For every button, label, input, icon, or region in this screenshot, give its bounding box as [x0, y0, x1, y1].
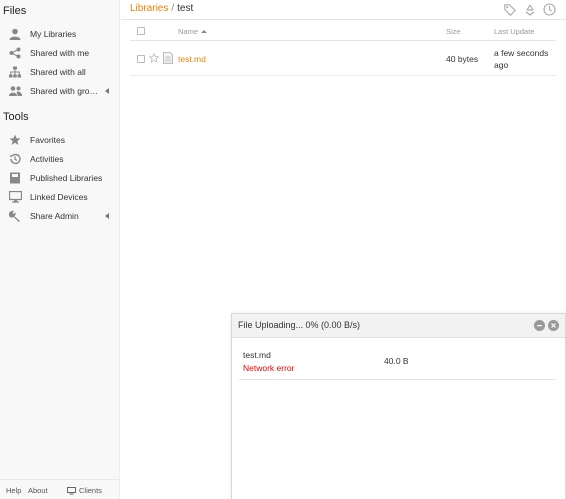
- size-column-header[interactable]: Size: [446, 27, 461, 36]
- org-icon: [8, 65, 22, 79]
- minimize-icon[interactable]: [534, 320, 545, 331]
- file-last-update: a few seconds ago: [494, 48, 549, 70]
- upload-dialog-title: File Uploading... 0% (0.00 B/s): [238, 320, 361, 330]
- share-icon: [8, 46, 22, 60]
- recycle-icon[interactable]: [523, 3, 536, 16]
- upload-file-name: test.md: [243, 350, 271, 360]
- clients-link[interactable]: Clients: [67, 486, 102, 495]
- star-icon: [8, 133, 22, 147]
- history-icon[interactable]: [543, 3, 556, 16]
- file-table: Name Size Last Update test.md 40 bytes a…: [130, 20, 556, 76]
- sidebar-item-published-libraries[interactable]: Published Libraries: [0, 168, 119, 187]
- sidebar-item-shared-with-groups[interactable]: Shared with gro…: [0, 81, 119, 100]
- expand-caret-icon[interactable]: [105, 213, 109, 219]
- row-checkbox[interactable]: [137, 55, 145, 63]
- about-link[interactable]: About: [28, 486, 48, 495]
- table-header: Name Size Last Update: [130, 20, 556, 41]
- upload-dialog-header: File Uploading... 0% (0.00 B/s): [232, 314, 565, 338]
- breadcrumb: Libraries / test: [130, 3, 193, 14]
- app-window: Files My Libraries Shared with me Shared…: [0, 0, 566, 499]
- file-size: 40 bytes: [446, 54, 479, 64]
- expand-caret-icon[interactable]: [105, 88, 109, 94]
- file-icon: [163, 52, 173, 66]
- top-bar: Libraries / test: [121, 0, 566, 20]
- last-update-column-header[interactable]: Last Update: [494, 27, 534, 36]
- files-heading: Files: [3, 5, 27, 17]
- user-icon: [8, 27, 22, 41]
- monitor-icon: [8, 190, 22, 204]
- name-column-header[interactable]: Name: [178, 27, 208, 36]
- tag-icon[interactable]: [503, 3, 516, 16]
- sidebar-item-label: Shared with me: [30, 47, 90, 58]
- sidebar-item-activities[interactable]: Activities: [0, 149, 119, 168]
- star-outline-icon[interactable]: [148, 52, 160, 65]
- select-all-checkbox[interactable]: [137, 27, 145, 35]
- sidebar-item-label: Shared with all: [30, 66, 86, 77]
- sidebar: Files My Libraries Shared with me Shared…: [0, 0, 120, 499]
- breadcrumb-separator: /: [171, 3, 175, 14]
- file-upload-dialog: File Uploading... 0% (0.00 B/s) test.md …: [231, 313, 566, 499]
- sidebar-item-linked-devices[interactable]: Linked Devices: [0, 187, 119, 206]
- sidebar-item-shared-with-me[interactable]: Shared with me: [0, 43, 119, 62]
- toolbar-icons: [503, 3, 556, 16]
- sidebar-item-label: Shared with gro…: [30, 85, 99, 96]
- book-icon: [8, 171, 22, 185]
- sidebar-item-label: Published Libraries: [30, 172, 103, 183]
- upload-error-status: Network error: [243, 363, 295, 373]
- clients-label: Clients: [79, 486, 102, 495]
- breadcrumb-current: test: [177, 3, 194, 14]
- help-link[interactable]: Help: [6, 486, 21, 495]
- sidebar-item-label: Favorites: [30, 134, 65, 145]
- sidebar-item-share-admin[interactable]: Share Admin: [0, 206, 119, 225]
- upload-file-size: 40.0 B: [384, 356, 409, 366]
- sidebar-item-favorites[interactable]: Favorites: [0, 130, 119, 149]
- sidebar-item-label: Linked Devices: [30, 191, 88, 202]
- file-name-link[interactable]: test.md: [178, 54, 206, 64]
- close-icon[interactable]: [548, 320, 559, 331]
- wrench-icon: [8, 209, 22, 223]
- table-row[interactable]: test.md 40 bytes a few seconds ago: [130, 41, 556, 76]
- upload-dialog-controls: [534, 320, 559, 331]
- sort-asc-icon: [201, 30, 208, 33]
- sidebar-item-label: Activities: [30, 153, 64, 164]
- breadcrumb-root-link[interactable]: Libraries: [130, 3, 168, 14]
- history-icon: [8, 152, 22, 166]
- group-icon: [8, 84, 22, 98]
- sidebar-footer: Help About Clients: [0, 479, 119, 499]
- sidebar-item-my-libraries[interactable]: My Libraries: [0, 24, 119, 43]
- upload-file-row: test.md Network error 40.0 B: [239, 348, 555, 380]
- sidebar-item-label: Share Admin: [30, 210, 79, 221]
- name-header-label: Name: [178, 27, 199, 36]
- sidebar-item-label: My Libraries: [30, 28, 77, 39]
- sidebar-item-shared-with-all[interactable]: Shared with all: [0, 62, 119, 81]
- tools-heading: Tools: [3, 111, 29, 123]
- monitor-icon: [67, 486, 76, 494]
